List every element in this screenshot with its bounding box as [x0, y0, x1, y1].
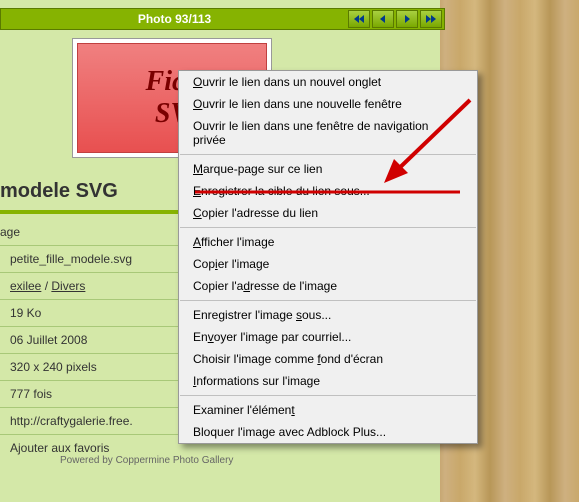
ctx-open-window[interactable]: Ouvrir le lien dans une nouvelle fenêtre — [179, 93, 477, 115]
last-button[interactable] — [420, 10, 442, 28]
page-title: modele SVG — [0, 180, 118, 203]
footer-credit: Powered by Coppermine Photo Gallery — [60, 455, 233, 466]
ctx-separator — [180, 395, 476, 396]
first-button[interactable] — [348, 10, 370, 28]
ctx-copy-link-address[interactable]: Copier l'adresse du lien — [179, 202, 477, 224]
nav-buttons — [348, 10, 444, 28]
next-button[interactable] — [396, 10, 418, 28]
ctx-separator — [180, 227, 476, 228]
ctx-image-info[interactable]: Informations sur l'image — [179, 370, 477, 392]
ctx-save-link-target[interactable]: Enregistrer la cible du lien sous... — [179, 180, 477, 202]
ctx-inspect-element[interactable]: Examiner l'élément — [179, 399, 477, 421]
context-menu: Ouvrir le lien dans un nouvel onglet Ouv… — [178, 70, 478, 444]
ctx-adblock[interactable]: Bloquer l'image avec Adblock Plus... — [179, 421, 477, 443]
ctx-email-image[interactable]: Envoyer l'image par courriel... — [179, 326, 477, 348]
ctx-show-image[interactable]: Afficher l'image — [179, 231, 477, 253]
ctx-open-private[interactable]: Ouvrir le lien dans une fenêtre de navig… — [179, 115, 477, 151]
album-user-link[interactable]: exilee — [10, 279, 41, 293]
album-cat-link[interactable]: Divers — [51, 279, 85, 293]
prev-button[interactable] — [372, 10, 394, 28]
photo-counter: Photo 93/113 — [1, 12, 348, 26]
ctx-copy-image[interactable]: Copier l'image — [179, 253, 477, 275]
info-label: age — [0, 225, 20, 239]
ctx-separator — [180, 300, 476, 301]
ctx-set-wallpaper[interactable]: Choisir l'image comme fond d'écran — [179, 348, 477, 370]
ctx-save-image[interactable]: Enregistrer l'image sous... — [179, 304, 477, 326]
ctx-open-tab[interactable]: Ouvrir le lien dans un nouvel onglet — [179, 71, 477, 93]
ctx-copy-image-address[interactable]: Copier l'adresse de l'image — [179, 275, 477, 297]
photo-navbar: Photo 93/113 — [0, 8, 445, 30]
ctx-bookmark-link[interactable]: Marque-page sur ce lien — [179, 158, 477, 180]
ctx-separator — [180, 154, 476, 155]
